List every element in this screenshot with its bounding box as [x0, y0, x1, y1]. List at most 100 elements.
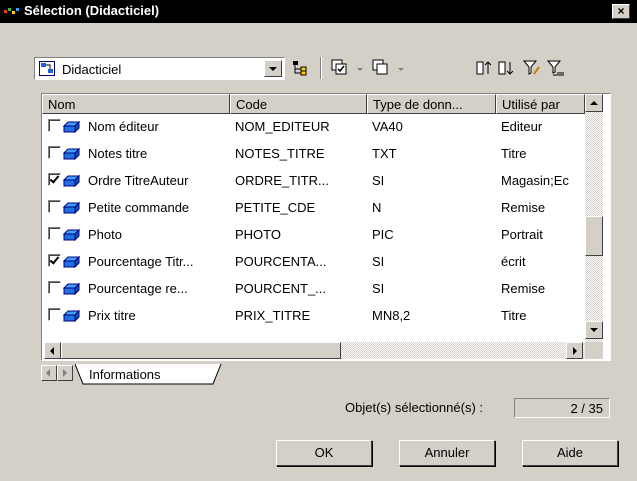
arrow-left-icon [50, 347, 54, 355]
model-icon [39, 61, 55, 76]
row-type: PIC [372, 227, 394, 242]
close-button[interactable]: × [612, 4, 630, 19]
model-value: Didacticiel [62, 62, 122, 77]
row-type: SI [372, 281, 385, 296]
selection-count-text: 2 / 35 [570, 401, 603, 416]
row-code: PRIX_TITRE [235, 308, 311, 323]
selection-count-label: Objet(s) sélectionné(s) : [345, 400, 483, 415]
row-type: TXT [372, 146, 397, 161]
row-checkbox[interactable] [48, 146, 61, 159]
tab-informations[interactable]: Informations [89, 367, 161, 382]
row-checkbox[interactable] [48, 173, 61, 186]
vertical-scroll-thumb[interactable] [585, 216, 603, 256]
row-checkbox[interactable] [48, 281, 61, 294]
filter-icon[interactable] [523, 59, 541, 77]
cancel-button-label: Annuler [424, 445, 470, 460]
arrow-down-icon [590, 328, 598, 332]
row-name: Prix titre [88, 308, 136, 323]
help-button-label: Aide [556, 445, 584, 460]
data-item-icon [63, 120, 80, 133]
row-type: VA40 [372, 119, 403, 134]
move-down-icon[interactable] [497, 59, 515, 77]
row-code: ORDRE_TITR... [235, 173, 329, 188]
combo-dropdown-button[interactable] [264, 60, 282, 77]
deselect-all-icon[interactable] [372, 59, 390, 77]
table-row[interactable]: Photo PHOTO PIC Portrait [42, 222, 586, 248]
data-item-icon [63, 255, 80, 268]
row-checkbox[interactable] [48, 308, 61, 321]
scroll-left-button[interactable] [44, 342, 61, 359]
model-combobox[interactable]: Didacticiel [34, 57, 285, 80]
move-up-icon[interactable] [475, 59, 493, 77]
selection-count-value: 2 / 35 [514, 398, 610, 418]
horizontal-scroll-thumb[interactable] [61, 342, 341, 359]
row-checkbox[interactable] [48, 227, 61, 240]
ok-button-label: OK [314, 445, 334, 460]
column-header-used-by[interactable]: Utilisé par [496, 94, 585, 114]
list-header: Nom Code Type de donn... Utilisé par [42, 94, 585, 114]
row-checkbox[interactable] [48, 119, 61, 132]
select-all-dropdown-icon[interactable] [357, 68, 363, 71]
help-button[interactable]: Aide [522, 440, 618, 466]
column-header-name[interactable]: Nom [42, 94, 230, 114]
row-checkbox[interactable] [48, 200, 61, 213]
table-row[interactable]: Prix titre PRIX_TITRE MN8,2 Titre [42, 303, 586, 329]
row-code: NOTES_TITRE [235, 146, 325, 161]
row-name: Petite commande [88, 200, 190, 215]
data-item-icon [63, 228, 80, 241]
close-icon: × [617, 4, 625, 18]
tab-scroll-left-button[interactable] [41, 365, 57, 381]
data-item-icon [63, 174, 80, 187]
row-name: Nom éditeur [88, 119, 159, 134]
horizontal-scrollbar[interactable] [44, 342, 585, 359]
row-checkbox[interactable] [48, 254, 61, 267]
table-row[interactable]: Pourcentage Titr... POURCENTA... SI écrit [42, 249, 586, 275]
app-icon [4, 8, 19, 14]
table-row[interactable]: Nom éditeur NOM_EDITEUR VA40 Editeur [42, 114, 586, 140]
column-header-code[interactable]: Code [230, 94, 367, 114]
row-code: NOM_EDITEUR [235, 119, 330, 134]
deselect-all-dropdown-icon[interactable] [398, 68, 404, 71]
row-name: Pourcentage Titr... [88, 254, 194, 269]
scroll-right-button[interactable] [566, 342, 583, 359]
vertical-scrollbar[interactable] [585, 94, 603, 342]
row-used-by: Remise [501, 200, 546, 215]
data-item-icon [63, 309, 80, 322]
scroll-corner [585, 342, 603, 359]
row-type: SI [372, 173, 385, 188]
row-used-by: Magasin;Ec [501, 173, 569, 188]
select-all-icon[interactable] [331, 59, 349, 77]
data-item-icon [63, 282, 80, 295]
row-name: Pourcentage re... [88, 281, 188, 296]
window-title: Sélection (Didacticiel) [24, 3, 160, 18]
ok-button[interactable]: OK [276, 440, 372, 466]
arrow-up-icon [590, 101, 598, 105]
data-item-icon [63, 147, 80, 160]
title-bar: Sélection (Didacticiel) × [0, 0, 637, 23]
arrow-right-icon [63, 369, 67, 377]
table-row[interactable]: Notes titre NOTES_TITRE TXT Titre [42, 141, 586, 167]
column-header-type[interactable]: Type de donn... [367, 94, 496, 114]
chevron-down-icon [269, 67, 277, 71]
row-name: Ordre TitreAuteur [88, 173, 189, 188]
row-type: SI [372, 254, 385, 269]
cancel-button[interactable]: Annuler [399, 440, 495, 466]
table-row[interactable]: Pourcentage re... POURCENT_... SI Remise [42, 276, 586, 302]
properties-icon[interactable] [291, 59, 309, 77]
tab-scroll-right-button[interactable] [57, 365, 73, 381]
row-code: POURCENTA... [235, 254, 327, 269]
scroll-up-button[interactable] [585, 94, 603, 112]
scroll-down-button[interactable] [585, 321, 603, 339]
arrow-right-icon [573, 347, 577, 355]
selection-list[interactable]: Nom Code Type de donn... Utilisé par Nom… [41, 93, 611, 361]
table-row[interactable]: Petite commande PETITE_CDE N Remise [42, 195, 586, 221]
clear-filter-icon[interactable] [547, 59, 565, 77]
row-code: PHOTO [235, 227, 281, 242]
row-used-by: Titre [501, 146, 527, 161]
table-row[interactable]: Ordre TitreAuteur ORDRE_TITR... SI Magasin;… [42, 168, 586, 194]
data-item-icon [63, 201, 80, 214]
row-type: MN8,2 [372, 308, 411, 323]
row-type: N [372, 200, 382, 215]
row-code: POURCENT_... [235, 281, 327, 296]
row-used-by: Portrait [501, 227, 543, 242]
